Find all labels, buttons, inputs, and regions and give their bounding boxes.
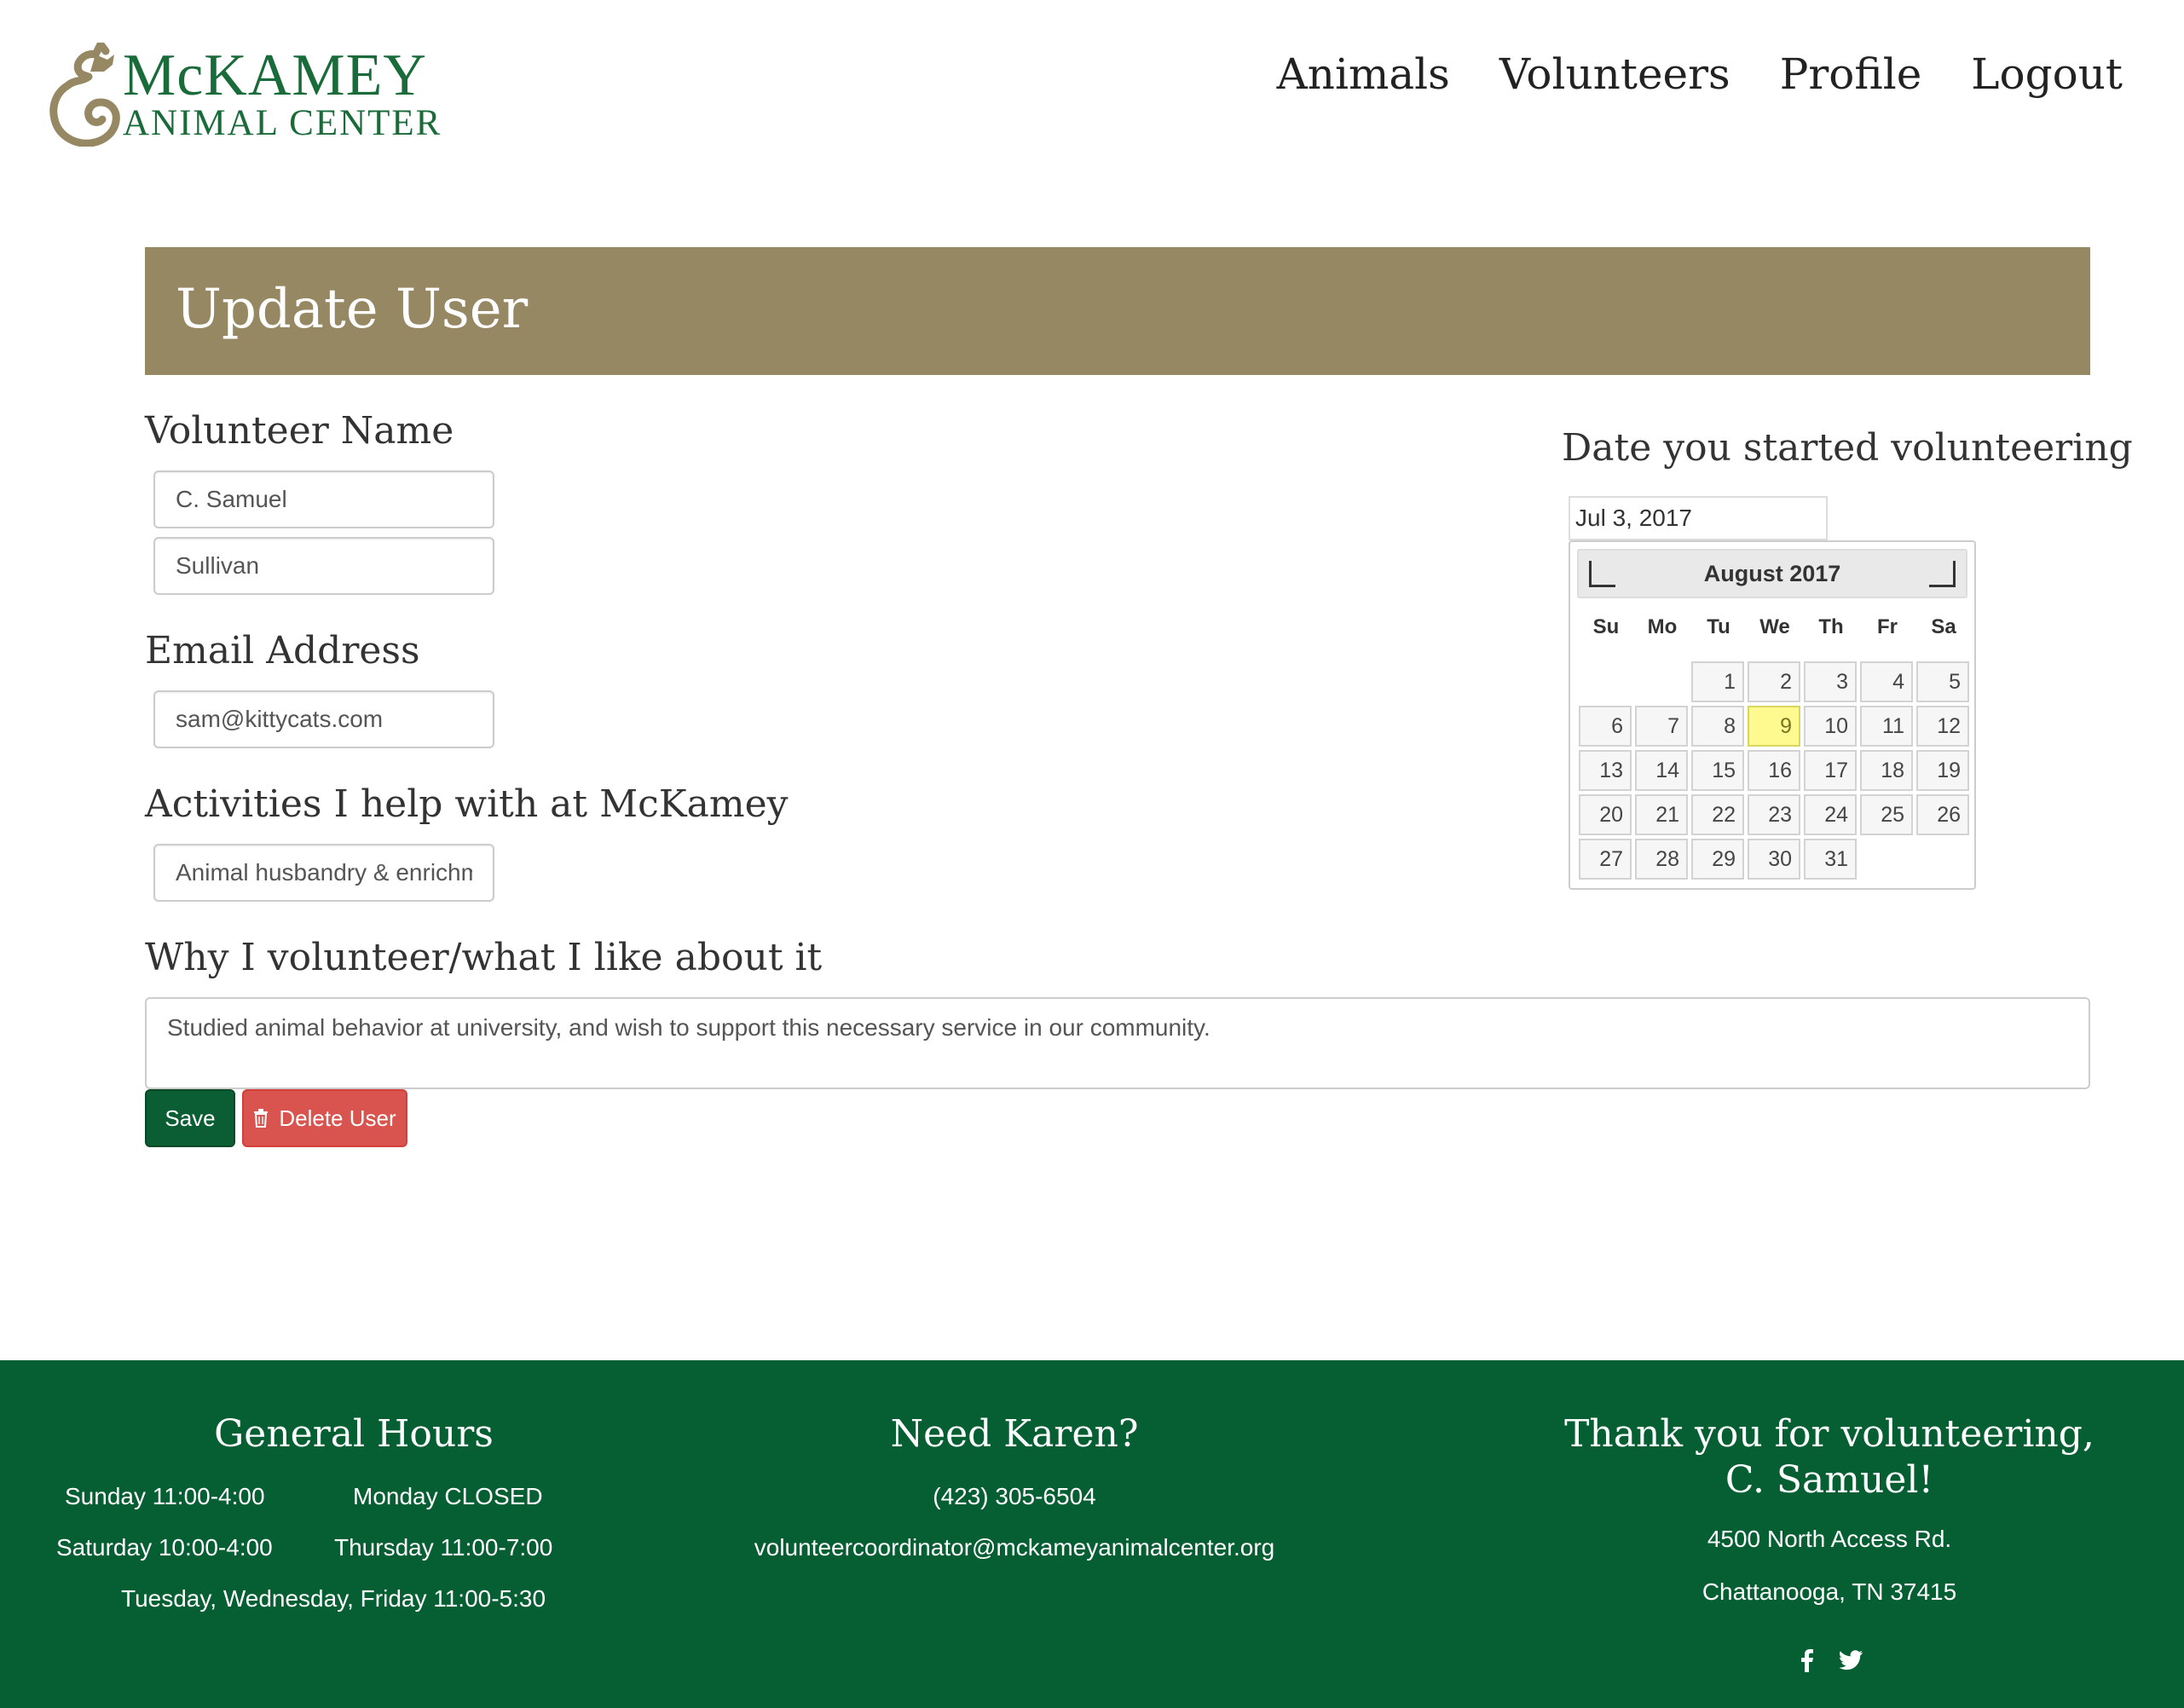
calendar-day-31[interactable]: 31: [1804, 839, 1857, 880]
main-nav: Animals Volunteers Profile Logout: [1277, 44, 2123, 104]
nav-volunteers[interactable]: Volunteers: [1499, 44, 1730, 104]
calendar-blank: [1635, 661, 1688, 702]
calendar-day-4[interactable]: 4: [1860, 661, 1913, 702]
datepicker-calendar: August 2017 Su Mo Tu We Th Fr Sa 1 2 3 4 5 6 7 8 9 10 11…: [1569, 540, 1976, 890]
address-line1: 4500 North Access Rd.: [1707, 1526, 1952, 1552]
contact-phone[interactable]: (423) 305-6504: [750, 1480, 1279, 1514]
calendar-day-24[interactable]: 24: [1804, 794, 1857, 835]
cat-dog-logo-icon: [49, 43, 120, 147]
thanks-title: Thank you for volunteering, C. Samuel!: [1564, 1412, 2094, 1502]
calendar-day-20[interactable]: 20: [1579, 794, 1632, 835]
calendar-weekdays: Su Mo Tu We Th Fr Sa: [1579, 612, 1971, 643]
calendar-day-19[interactable]: 19: [1916, 750, 1969, 791]
calendar-day-11[interactable]: 11: [1860, 706, 1913, 747]
contact-email[interactable]: volunteercoordinator@mckameyanimalcenter…: [733, 1531, 1296, 1565]
page-title: Update User: [176, 278, 529, 341]
contact-title: Need Karen?: [890, 1412, 1139, 1456]
weekday-mo: Mo: [1647, 615, 1678, 638]
logo-title: McKAMEY: [123, 43, 427, 108]
calendar-day-27[interactable]: 27: [1579, 839, 1632, 880]
start-date-input[interactable]: [1569, 496, 1828, 540]
delete-user-label: Delete User: [279, 1105, 396, 1131]
calendar-day-9[interactable]: 9: [1748, 706, 1800, 747]
calendar-day-5[interactable]: 5: [1916, 661, 1969, 702]
calendar-day-15[interactable]: 15: [1691, 750, 1744, 791]
hours-thursday: Thursday 11:00-7:00: [334, 1534, 553, 1561]
twitter-icon[interactable]: [1836, 1645, 1867, 1676]
calendar-day-17[interactable]: 17: [1804, 750, 1857, 791]
hours-saturday: Saturday 10:00-4:00: [56, 1534, 273, 1561]
email-label: Email Address: [145, 629, 420, 672]
save-button[interactable]: Save: [145, 1089, 235, 1147]
nav-animals[interactable]: Animals: [1277, 44, 1450, 104]
calendar-day-18[interactable]: 18: [1860, 750, 1913, 791]
activities-label: Activities I help with at McKamey: [145, 782, 789, 826]
calendar-days: 1 2 3 4 5 6 7 8 9 10 11 12 13 14 15 16 17 18 19 20 21 22 23 24 2…: [1579, 661, 1969, 880]
calendar-day-26[interactable]: 26: [1916, 794, 1969, 835]
nav-profile[interactable]: Profile: [1780, 44, 1922, 104]
calendar-day-8[interactable]: 8: [1691, 706, 1744, 747]
weekday-we: We: [1759, 615, 1790, 638]
hours-sunday: Sunday 11:00-4:00: [65, 1483, 265, 1509]
calendar-day-10[interactable]: 10: [1804, 706, 1857, 747]
trash-icon: [254, 1109, 269, 1128]
calendar-day-23[interactable]: 23: [1748, 794, 1800, 835]
calendar-blank: [1579, 661, 1632, 702]
next-month-icon[interactable]: [1929, 561, 1956, 587]
hours-monday: Monday CLOSED: [353, 1483, 543, 1509]
calendar-day-1[interactable]: 1: [1691, 661, 1744, 702]
page-banner: Update User: [145, 247, 2090, 375]
calendar-day-14[interactable]: 14: [1635, 750, 1688, 791]
weekday-su: Su: [1592, 615, 1620, 638]
email-input[interactable]: [153, 690, 494, 748]
logo-subtitle: ANIMAL CENTER: [123, 103, 442, 143]
calendar-header: August 2017: [1577, 549, 1967, 598]
start-date-label: Date you started volunteering: [1562, 426, 2133, 470]
calendar-day-22[interactable]: 22: [1691, 794, 1744, 835]
weekday-sa: Sa: [1931, 615, 1956, 638]
last-name-input[interactable]: [153, 537, 494, 595]
why-volunteer-textarea[interactable]: Studied animal behavior at university, a…: [145, 997, 2090, 1089]
calendar-day-30[interactable]: 30: [1748, 839, 1800, 880]
address-line2: Chattanooga, TN 37415: [1702, 1578, 1957, 1605]
calendar-day-13[interactable]: 13: [1579, 750, 1632, 791]
calendar-day-12[interactable]: 12: [1916, 706, 1969, 747]
calendar-day-7[interactable]: 7: [1635, 706, 1688, 747]
activities-input[interactable]: [153, 844, 494, 902]
save-button-label: Save: [165, 1105, 216, 1131]
weekday-tu: Tu: [1707, 615, 1730, 638]
site-logo[interactable]: McKAMEY ANIMAL CENTER: [39, 43, 440, 148]
nav-logout[interactable]: Logout: [1971, 44, 2123, 104]
hours-title: General Hours: [214, 1412, 494, 1456]
calendar-day-2[interactable]: 2: [1748, 661, 1800, 702]
hours-tue-wed-fri: Tuesday, Wednesday, Friday 11:00-5:30: [121, 1585, 546, 1612]
why-volunteer-label: Why I volunteer/what I like about it: [145, 936, 823, 979]
calendar-day-29[interactable]: 29: [1691, 839, 1744, 880]
calendar-day-21[interactable]: 21: [1635, 794, 1688, 835]
calendar-day-16[interactable]: 16: [1748, 750, 1800, 791]
calendar-day-25[interactable]: 25: [1860, 794, 1913, 835]
calendar-day-6[interactable]: 6: [1579, 706, 1632, 747]
weekday-th: Th: [1818, 615, 1844, 638]
weekday-fr: Fr: [1877, 615, 1898, 638]
volunteer-name-label: Volunteer Name: [145, 409, 454, 453]
delete-user-button[interactable]: Delete User: [242, 1089, 407, 1147]
first-name-input[interactable]: [153, 470, 494, 528]
calendar-day-3[interactable]: 3: [1804, 661, 1857, 702]
facebook-icon[interactable]: [1792, 1645, 1823, 1676]
calendar-day-28[interactable]: 28: [1635, 839, 1688, 880]
calendar-month-title: August 2017: [1703, 561, 1841, 586]
